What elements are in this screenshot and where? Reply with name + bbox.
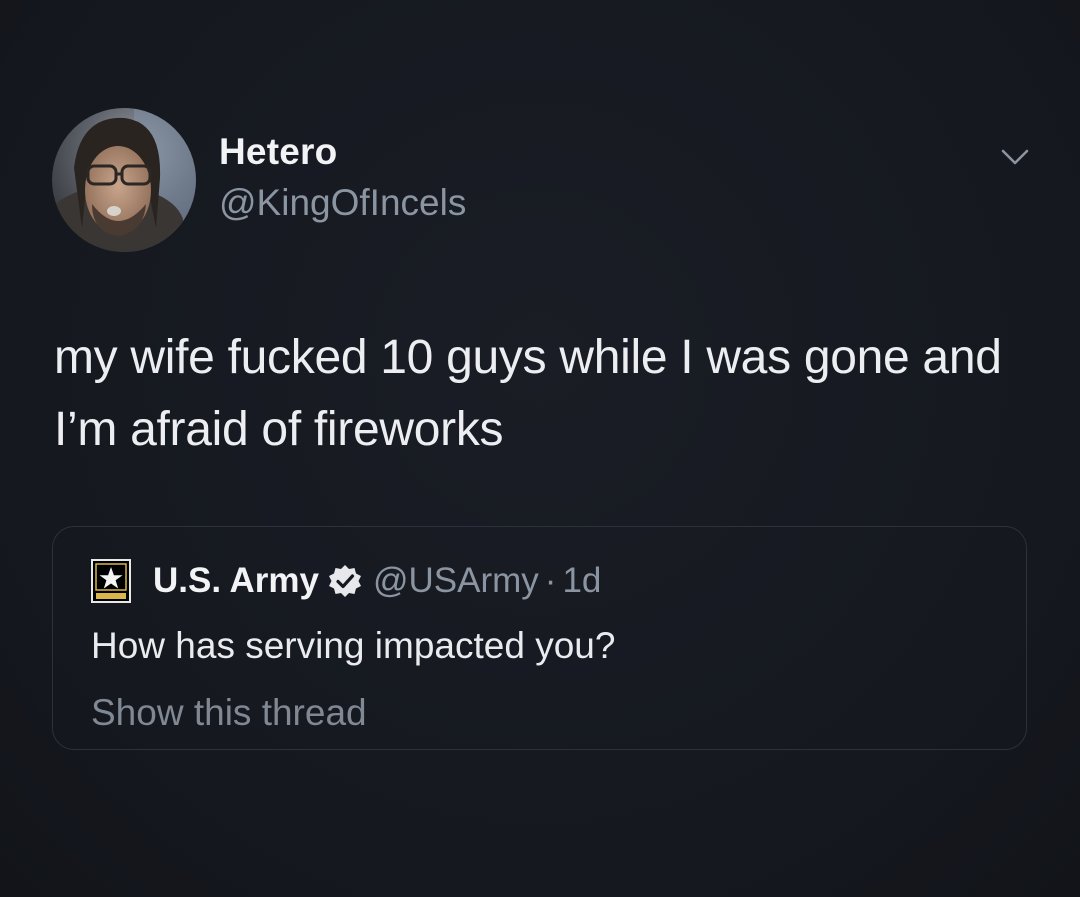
quoted-separator: · bbox=[544, 561, 557, 600]
author-handle[interactable]: @KingOfIncels bbox=[219, 182, 466, 224]
verified-badge-icon bbox=[327, 563, 363, 599]
us-army-logo-icon bbox=[91, 559, 131, 603]
show-thread-link[interactable]: Show this thread bbox=[91, 692, 367, 734]
tweet: Hetero @KingOfIncels my wife fucked 10 g… bbox=[0, 0, 1080, 897]
quoted-tweet-text: How has serving impacted you? bbox=[91, 625, 616, 666]
page-background: Hetero @KingOfIncels my wife fucked 10 g… bbox=[0, 0, 1080, 897]
author-display-name[interactable]: Hetero bbox=[219, 131, 337, 173]
quoted-tweet-header: U.S. Army @USArmy · 1d bbox=[91, 557, 601, 605]
quoted-handle[interactable]: @USArmy bbox=[373, 561, 539, 601]
tweet-text: my wife fucked 10 guys while I was gone … bbox=[54, 331, 1002, 456]
quoted-timestamp[interactable]: 1d bbox=[562, 561, 601, 601]
quoted-display-name[interactable]: U.S. Army bbox=[153, 561, 319, 601]
author-avatar[interactable] bbox=[52, 108, 196, 252]
chevron-down-icon[interactable] bbox=[997, 143, 1033, 171]
avatar-photo bbox=[52, 108, 196, 252]
quoted-tweet-card[interactable]: U.S. Army @USArmy · 1d How has serving i… bbox=[52, 526, 1027, 750]
